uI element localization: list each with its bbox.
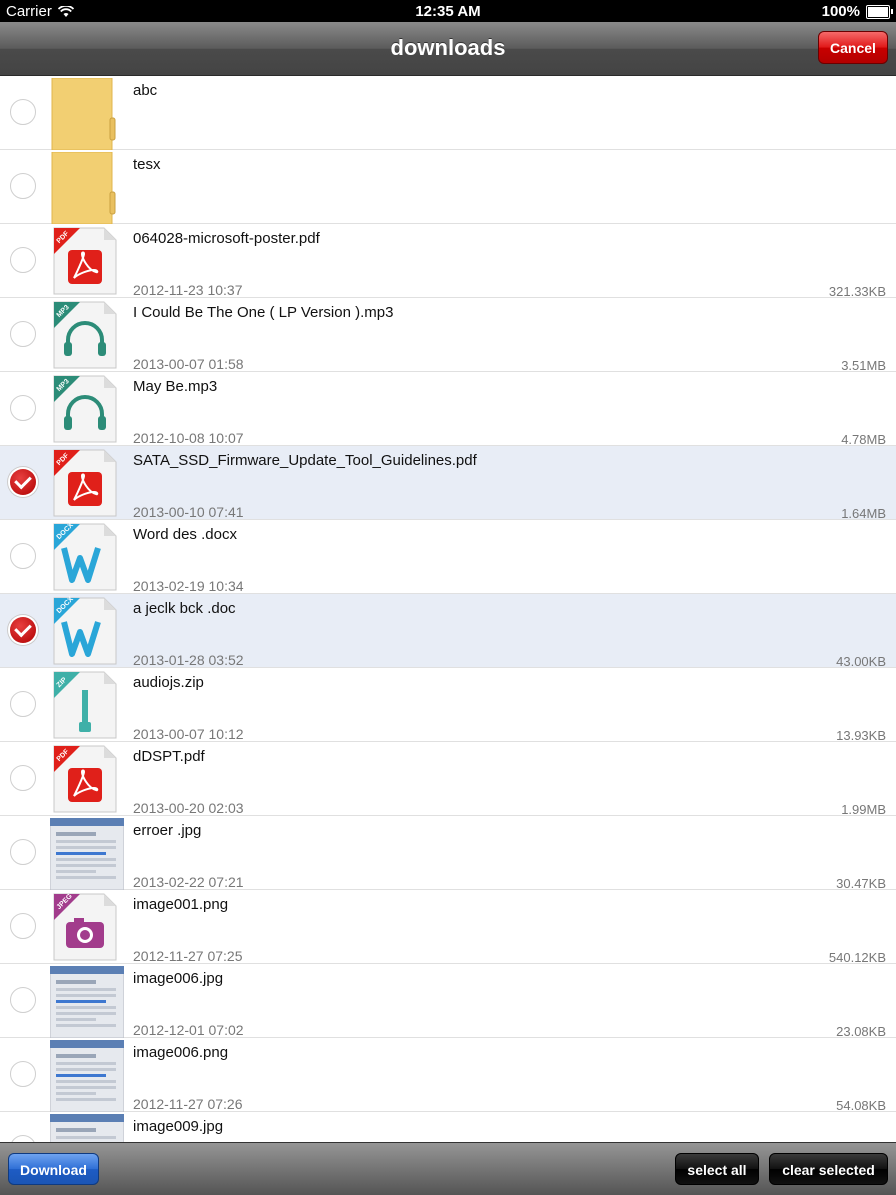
unchecked-icon[interactable] bbox=[10, 173, 36, 199]
file-name: Word des .docx bbox=[133, 526, 237, 543]
pdf-file-icon: PDF bbox=[50, 226, 120, 296]
unchecked-icon[interactable] bbox=[10, 987, 36, 1013]
unchecked-icon[interactable] bbox=[10, 247, 36, 273]
file-row[interactable]: PDF dDSPT.pdf 2013-00-20 02:03 1.99MB bbox=[0, 742, 896, 817]
file-list[interactable]: abc tesx PDF 064028-microsoft-poster.pdf 201… bbox=[0, 76, 896, 1142]
file-size: 1.99MB bbox=[841, 802, 886, 817]
pdf-file-icon: PDF bbox=[50, 448, 120, 518]
file-name: abc bbox=[133, 82, 158, 99]
file-date: 2013-00-20 02:03 bbox=[133, 800, 244, 816]
file-date: 2012-12-01 07:02 bbox=[133, 1022, 244, 1038]
file-name: tesx bbox=[133, 156, 161, 173]
battery-icon bbox=[866, 4, 893, 19]
file-row[interactable]: abc bbox=[0, 76, 896, 151]
file-size: 43.00KB bbox=[836, 654, 886, 669]
file-size: 54.08KB bbox=[836, 1098, 886, 1113]
file-row[interactable]: DOCX Word des .docx 2013-02-19 10:34 bbox=[0, 520, 896, 594]
file-date: 2013-01-28 03:52 bbox=[133, 652, 244, 668]
file-row[interactable]: ZIP audiojs.zip 2013-00-07 10:12 13.93KB bbox=[0, 668, 896, 743]
file-size: 13.93KB bbox=[836, 728, 886, 743]
file-name: image009.jpg bbox=[133, 1118, 224, 1135]
docx-file-icon: DOCX bbox=[50, 522, 120, 592]
file-size: 1.64MB bbox=[841, 506, 886, 521]
file-size: 321.33KB bbox=[828, 284, 886, 299]
file-row[interactable]: PDF 064028-microsoft-poster.pdf 2012-11-23… bbox=[0, 224, 896, 299]
status-bar: Carrier 12:35 AM 100% bbox=[0, 0, 896, 22]
unchecked-icon[interactable] bbox=[10, 1061, 36, 1087]
file-size: 23.08KB bbox=[836, 1024, 886, 1039]
screenshot-file-icon bbox=[49, 1113, 125, 1142]
file-size: 3.51MB bbox=[841, 358, 886, 373]
file-name: I Could Be The One ( LP Version ).mp3 bbox=[133, 304, 394, 321]
file-row[interactable]: image006.png 2012-11-27 07:26 54.08KB bbox=[0, 1038, 896, 1113]
file-size: 540.12KB bbox=[828, 950, 886, 965]
file-name: image006.jpg bbox=[133, 970, 224, 987]
select-all-button[interactable]: select all bbox=[675, 1153, 759, 1185]
zip-file-icon: ZIP bbox=[50, 670, 120, 740]
status-time: 12:35 AM bbox=[415, 3, 481, 20]
pdf-file-icon: PDF bbox=[50, 744, 120, 814]
file-row[interactable]: MP3 I Could Be The One ( LP Version ).mp3… bbox=[0, 298, 896, 373]
file-name: image006.png bbox=[133, 1044, 229, 1061]
mp3-file-icon: MP3 bbox=[50, 374, 120, 444]
file-row[interactable]: tesx bbox=[0, 150, 896, 225]
file-date: 2013-00-10 07:41 bbox=[133, 504, 244, 520]
folder-icon bbox=[50, 77, 120, 151]
battery-percent: 100% bbox=[821, 3, 860, 20]
unchecked-icon[interactable] bbox=[10, 765, 36, 791]
status-right: 100% bbox=[821, 3, 893, 20]
unchecked-icon[interactable] bbox=[10, 839, 36, 865]
file-date: 2013-00-07 10:12 bbox=[133, 726, 244, 742]
cancel-button[interactable]: Cancel bbox=[818, 31, 888, 64]
page-title: downloads bbox=[390, 35, 506, 60]
file-name: audiojs.zip bbox=[133, 674, 204, 691]
file-date: 2012-11-27 07:25 bbox=[133, 948, 243, 964]
file-name: erroer .jpg bbox=[133, 822, 202, 839]
docx-file-icon: DOCX bbox=[50, 596, 120, 666]
file-name: a jeclk bck .doc bbox=[133, 600, 236, 617]
unchecked-icon[interactable] bbox=[10, 99, 36, 125]
file-size: 4.78MB bbox=[841, 432, 886, 447]
unchecked-icon[interactable] bbox=[10, 1135, 36, 1142]
unchecked-icon[interactable] bbox=[10, 913, 36, 939]
file-date: 2012-11-23 10:37 bbox=[133, 282, 243, 298]
file-date: 2012-11-27 07:26 bbox=[133, 1096, 243, 1112]
screenshot-file-icon bbox=[49, 817, 125, 891]
folder-icon bbox=[50, 151, 120, 225]
file-name: 064028-microsoft-poster.pdf bbox=[133, 230, 320, 247]
download-button[interactable]: Download bbox=[8, 1153, 99, 1185]
file-name: SATA_SSD_Firmware_Update_Tool_Guidelines… bbox=[133, 452, 477, 469]
unchecked-icon[interactable] bbox=[10, 691, 36, 717]
file-row[interactable]: erroer .jpg 2013-02-22 07:21 30.47KB bbox=[0, 816, 896, 891]
file-name: May Be.mp3 bbox=[133, 378, 218, 395]
file-row[interactable]: PDF SATA_SSD_Firmware_Update_Tool_Guideli… bbox=[0, 446, 896, 521]
navigation-bar: downloads Cancel bbox=[0, 22, 896, 76]
file-name: dDSPT.pdf bbox=[133, 748, 205, 765]
checked-icon[interactable] bbox=[10, 469, 36, 495]
file-date: 2012-10-08 10:07 bbox=[133, 430, 244, 446]
file-name: image001.png bbox=[133, 896, 229, 913]
unchecked-icon[interactable] bbox=[10, 321, 36, 347]
bottom-toolbar: Download select all clear selected bbox=[0, 1142, 896, 1195]
file-row[interactable]: image006.jpg 2012-12-01 07:02 23.08KB bbox=[0, 964, 896, 1039]
file-row[interactable]: MP3 May Be.mp3 2012-10-08 10:07 4.78MB bbox=[0, 372, 896, 447]
file-date: 2013-02-19 10:34 bbox=[133, 578, 244, 594]
checked-icon[interactable] bbox=[10, 617, 36, 643]
file-row[interactable]: DOCX a jeclk bck .doc 2013-01-28 03:52 43.0… bbox=[0, 594, 896, 669]
jpeg-file-icon: JPEG bbox=[50, 892, 120, 962]
screenshot-file-icon bbox=[49, 1039, 125, 1113]
file-size: 30.47KB bbox=[836, 876, 886, 891]
screenshot-file-icon bbox=[49, 965, 125, 1039]
file-row[interactable]: JPEG image001.png 2012-11-27 07:25 540.12KB bbox=[0, 890, 896, 965]
file-row[interactable]: image009.jpg2012-12-01 07:02 bbox=[0, 1112, 896, 1142]
clear-selected-button[interactable]: clear selected bbox=[769, 1153, 888, 1185]
unchecked-icon[interactable] bbox=[10, 543, 36, 569]
mp3-file-icon: MP3 bbox=[50, 300, 120, 370]
file-date: 2013-00-07 01:58 bbox=[133, 356, 244, 372]
unchecked-icon[interactable] bbox=[10, 395, 36, 421]
file-date: 2013-02-22 07:21 bbox=[133, 874, 244, 890]
